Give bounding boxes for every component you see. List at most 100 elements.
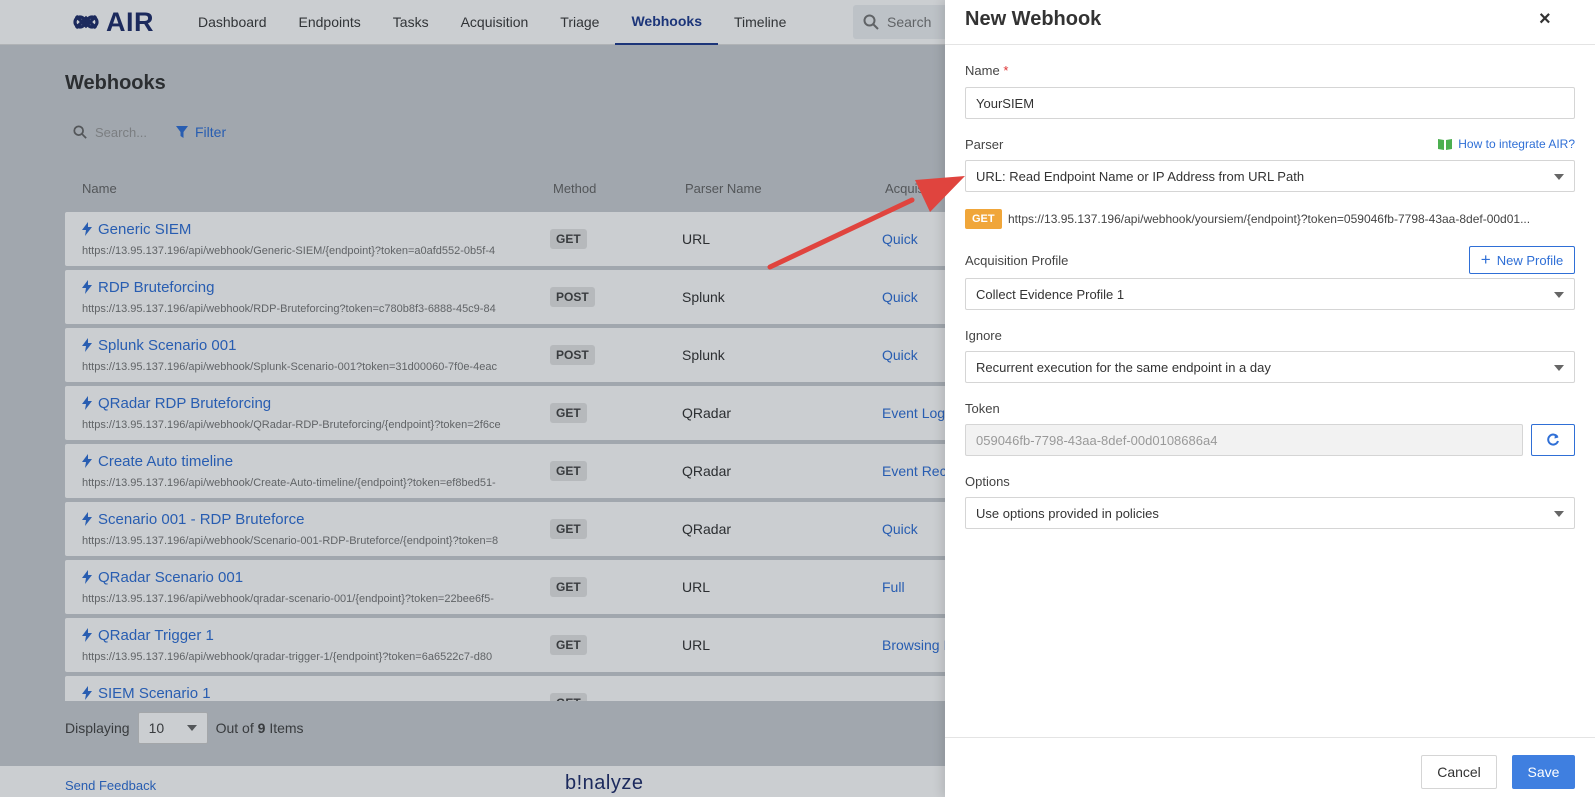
bolt-icon: [82, 512, 92, 526]
method-badge: POST: [550, 345, 595, 365]
cancel-button[interactable]: Cancel: [1421, 755, 1497, 789]
panel-header: New Webhook ×: [945, 0, 1595, 45]
acquisition-link[interactable]: Event Rec: [882, 463, 947, 479]
how-to-integrate-link[interactable]: How to integrate AIR?: [1438, 137, 1575, 151]
token-label: Token: [965, 401, 1000, 416]
webhook-name-link[interactable]: QRadar Trigger 1: [98, 627, 214, 644]
table-row[interactable]: QRadar Trigger 1 https://13.95.137.196/ap…: [65, 618, 955, 672]
list-search-placeholder: Search...: [95, 124, 148, 140]
webhook-url: https://13.95.137.196/api/webhook/QRadar…: [82, 419, 501, 431]
webhook-name-link[interactable]: SIEM Scenario 1: [98, 685, 211, 701]
bolt-icon: [82, 222, 92, 236]
page-title: Webhooks: [65, 72, 166, 94]
ignore-label: Ignore: [965, 328, 1002, 343]
air-logo[interactable]: AIR: [72, 7, 182, 38]
send-feedback-link[interactable]: Send Feedback: [65, 778, 156, 793]
bolt-icon: [82, 396, 92, 410]
column-parser-name[interactable]: Parser Name: [685, 181, 762, 196]
nav-webhooks[interactable]: Webhooks: [615, 0, 718, 45]
name-input[interactable]: YourSIEM: [965, 87, 1575, 119]
webhook-name-link[interactable]: QRadar Scenario 001: [98, 569, 243, 586]
how-to-integrate-label: How to integrate AIR?: [1458, 137, 1575, 151]
filter-button[interactable]: Filter: [175, 124, 226, 140]
acquisition-link[interactable]: Quick: [882, 521, 918, 537]
chevron-down-icon: [186, 725, 197, 731]
webhook-name-link[interactable]: Generic SIEM: [98, 221, 191, 238]
page-size-value: 10: [148, 720, 165, 736]
table-header: Name Method Parser Name Acquisition: [65, 178, 955, 200]
new-profile-button[interactable]: + New Profile: [1469, 246, 1575, 274]
nav-dashboard[interactable]: Dashboard: [182, 0, 283, 45]
table-row[interactable]: Generic SIEM https://13.95.137.196/api/we…: [65, 212, 955, 266]
nav-tasks[interactable]: Tasks: [377, 0, 445, 45]
webhook-url: https://13.95.137.196/api/webhook/Splunk…: [82, 361, 497, 373]
webhook-url: https://13.95.137.196/api/webhook/yoursi…: [1008, 212, 1531, 226]
list-search-input[interactable]: Search...: [65, 125, 161, 140]
column-name[interactable]: Name: [82, 181, 117, 196]
webhook-url: https://13.95.137.196/api/webhook/RDP-Br…: [82, 303, 496, 315]
table-row[interactable]: QRadar RDP Bruteforcing https://13.95.137…: [65, 386, 955, 440]
column-acquisition[interactable]: Acquisition: [885, 181, 948, 196]
method-badge: GET: [550, 693, 587, 701]
table-row[interactable]: SIEM Scenario 1 GET: [65, 676, 955, 701]
webhook-url: https://13.95.137.196/api/webhook/Scenar…: [82, 535, 499, 547]
save-button[interactable]: Save: [1512, 755, 1575, 789]
parser-select[interactable]: URL: Read Endpoint Name or IP Address fr…: [965, 160, 1575, 192]
ignore-select[interactable]: Recurrent execution for the same endpoin…: [965, 351, 1575, 383]
column-method[interactable]: Method: [553, 181, 596, 196]
acquisition-profile-select[interactable]: Collect Evidence Profile 1: [965, 278, 1575, 310]
filter-label: Filter: [195, 124, 227, 140]
bolt-icon: [82, 570, 92, 584]
webhook-url: https://13.95.137.196/api/webhook/Generi…: [82, 245, 496, 257]
table-row[interactable]: Splunk Scenario 001 https://13.95.137.196…: [65, 328, 955, 382]
nav-acquisition[interactable]: Acquisition: [445, 0, 545, 45]
table-row[interactable]: QRadar Scenario 001 https://13.95.137.196…: [65, 560, 955, 614]
method-badge: GET: [550, 577, 587, 597]
parser-name: Splunk: [682, 347, 725, 363]
webhook-name-link[interactable]: RDP Bruteforcing: [98, 279, 214, 296]
bolt-icon: [82, 338, 92, 352]
method-badge: GET: [550, 519, 587, 539]
list-toolbar: Search... Filter: [65, 124, 226, 140]
name-label: Name *: [965, 63, 1009, 78]
webhook-table-body: Generic SIEM https://13.95.137.196/api/we…: [65, 212, 955, 701]
acquisition-link[interactable]: Quick: [882, 231, 918, 247]
method-badge: POST: [550, 287, 595, 307]
parser-name: QRadar: [682, 521, 732, 537]
parser-name: QRadar: [682, 405, 732, 421]
search-icon: [73, 125, 87, 139]
options-label: Options: [965, 474, 1010, 489]
method-badge: GET: [550, 461, 587, 481]
panel-footer: Cancel Save: [945, 737, 1595, 797]
air-logo-icon: [73, 14, 99, 30]
parser-name: URL: [682, 579, 711, 595]
webhook-name-link[interactable]: Scenario 001 - RDP Bruteforce: [98, 511, 305, 528]
acquisition-link[interactable]: Browsing I: [882, 637, 947, 653]
table-row[interactable]: Scenario 001 - RDP Bruteforce https://13.…: [65, 502, 955, 556]
nav-triage[interactable]: Triage: [544, 0, 615, 45]
new-profile-label: New Profile: [1496, 252, 1564, 268]
webhook-url: https://13.95.137.196/api/webhook/qradar…: [82, 651, 493, 663]
acquisition-link[interactable]: Quick: [882, 347, 918, 363]
method-badge: GET: [550, 229, 587, 249]
acquisition-link[interactable]: Event Logs: [882, 405, 952, 421]
bolt-icon: [82, 454, 92, 468]
options-select[interactable]: Use options provided in policies: [965, 497, 1575, 529]
acquisition-link[interactable]: Quick: [882, 289, 918, 305]
required-mark: *: [1003, 63, 1009, 78]
total-count: 9: [257, 720, 266, 736]
refresh-icon: [1547, 433, 1559, 446]
close-icon[interactable]: ×: [1539, 8, 1551, 31]
out-of-label: Out of: [215, 720, 254, 736]
webhook-url: https://13.95.137.196/api/webhook/qradar…: [82, 593, 494, 605]
nav-endpoints[interactable]: Endpoints: [283, 0, 377, 45]
page-size-select[interactable]: 10: [137, 712, 208, 744]
table-row[interactable]: RDP Bruteforcing https://13.95.137.196/ap…: [65, 270, 955, 324]
nav-timeline[interactable]: Timeline: [718, 0, 802, 45]
webhook-name-link[interactable]: Splunk Scenario 001: [98, 337, 236, 354]
webhook-name-link[interactable]: Create Auto timeline: [98, 453, 233, 470]
acquisition-link[interactable]: Full: [882, 579, 905, 595]
table-row[interactable]: Create Auto timeline https://13.95.137.19…: [65, 444, 955, 498]
webhook-name-link[interactable]: QRadar RDP Bruteforcing: [98, 395, 271, 412]
refresh-token-button[interactable]: [1531, 424, 1575, 456]
